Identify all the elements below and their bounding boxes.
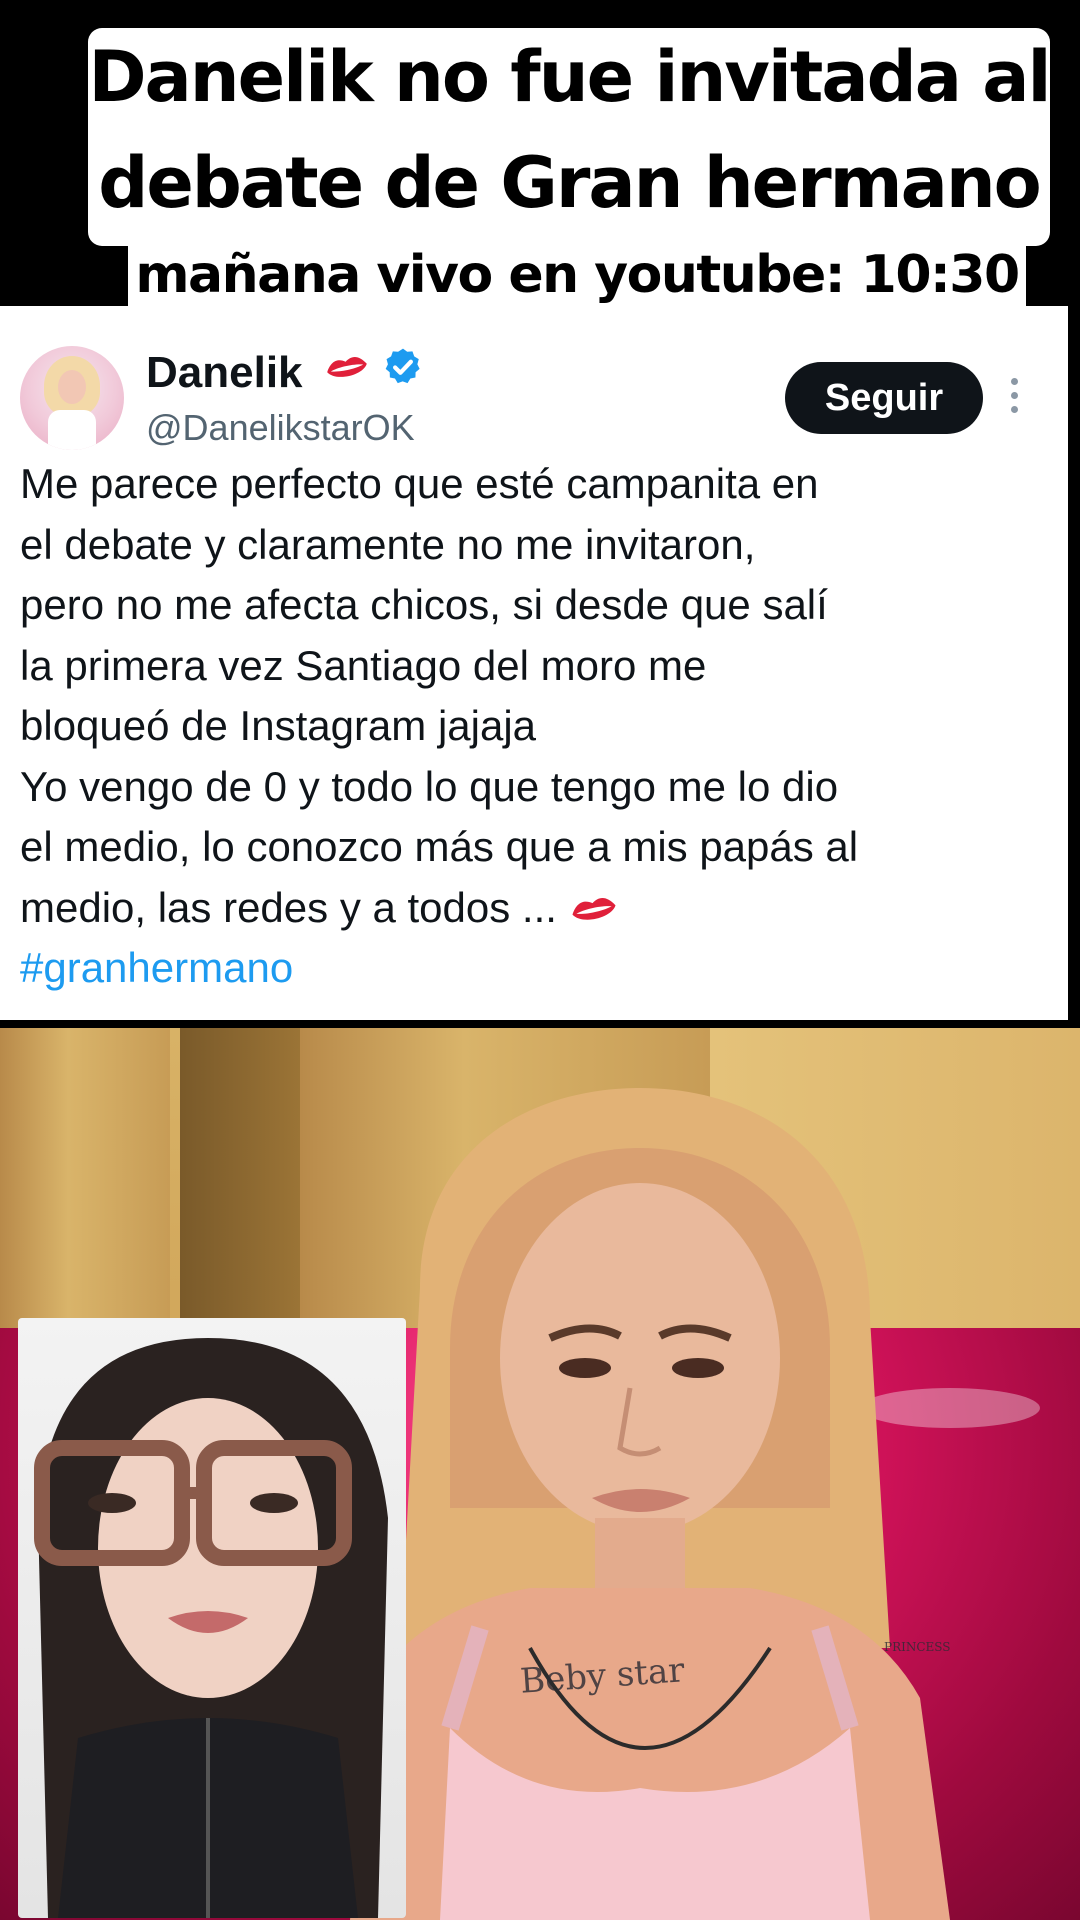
avatar[interactable] xyxy=(20,346,124,450)
avatar-face xyxy=(58,370,86,404)
wall-panel-dark xyxy=(180,1028,300,1368)
caption-headline-line-1: Danelik no fue invitada al xyxy=(88,36,1051,118)
tweet-line: Me parece perfecto que esté campanita en xyxy=(20,460,819,507)
display-name[interactable]: Danelik xyxy=(146,346,303,400)
picture-in-picture-reaction xyxy=(18,1318,406,1918)
follow-button[interactable]: Seguir xyxy=(785,362,983,434)
tweet-line-with-emoji: medio, las redes y a todos ... xyxy=(20,878,1060,939)
main-person-figure xyxy=(350,1088,950,1920)
tweet-line: bloqueó de Instagram jajaja xyxy=(20,702,537,749)
tweet-line: Yo vengo de 0 y todo lo que tengo me lo … xyxy=(20,762,839,810)
kiss-lips-icon xyxy=(572,897,616,920)
avatar-outfit xyxy=(48,410,96,450)
tweet-card: Danelik @DanelikstarOK Seguir Me parece … xyxy=(0,306,1068,1020)
caption-headline-line-2: debate de Gran hermano xyxy=(98,142,1042,224)
tweet-line: pero no me afecta chicos, si desde que s… xyxy=(20,581,828,628)
tweet-line: medio, las redes y a todos ... xyxy=(20,883,557,931)
hashtag-link[interactable]: #granhermano xyxy=(20,938,1060,999)
more-options-icon[interactable] xyxy=(1004,378,1024,422)
tweet-line: el debate y claramente no me invitaron, xyxy=(20,520,756,568)
tattoo-small-text: PRINCESS xyxy=(884,1640,951,1654)
kiss-lips-icon xyxy=(327,357,367,377)
video-frame[interactable]: Beby star PRINCESS xyxy=(0,1028,1080,1920)
verified-badge-icon xyxy=(385,348,420,384)
wall-panel xyxy=(0,1028,170,1368)
tweet-line: la primera vez Santiago del moro me xyxy=(20,641,707,689)
caption-subline: mañana vivo en youtube: 10:30 xyxy=(135,245,1020,305)
user-handle[interactable]: @DanelikstarOK xyxy=(146,406,415,450)
tweet-text: Me parece perfecto que esté campanita en… xyxy=(20,454,1060,999)
tweet-line: el medio, lo conozco más que a mis papás… xyxy=(20,823,859,870)
reaction-person-figure xyxy=(34,1338,388,1918)
